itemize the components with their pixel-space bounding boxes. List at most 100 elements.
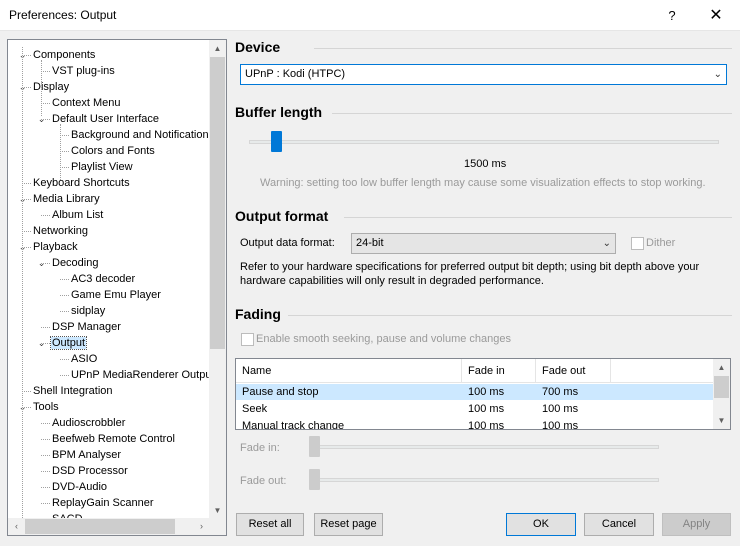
tree-connector bbox=[41, 103, 50, 104]
tree-item[interactable]: Keyboard Shortcuts bbox=[32, 175, 131, 191]
tree-item-label: Default User Interface bbox=[52, 113, 159, 125]
tree-item[interactable]: Tools bbox=[32, 399, 60, 415]
scroll-up-arrow-icon[interactable]: ▲ bbox=[713, 359, 730, 376]
tree-item[interactable]: Context Menu bbox=[51, 95, 121, 111]
ok-button[interactable]: OK bbox=[506, 513, 576, 536]
fade-in-slider-track[interactable] bbox=[313, 445, 659, 449]
tree-connector bbox=[22, 231, 31, 232]
output-format-value: 24-bit bbox=[356, 237, 384, 249]
cancel-button[interactable]: Cancel bbox=[584, 513, 654, 536]
tree-item[interactable]: Audioscrobbler bbox=[51, 415, 126, 431]
fade-out-slider-thumb[interactable] bbox=[309, 469, 320, 490]
tree-item[interactable]: AC3 decoder bbox=[70, 271, 136, 287]
tree-item[interactable]: Output bbox=[49, 335, 88, 351]
buffer-slider-track[interactable] bbox=[249, 140, 719, 144]
tree-item[interactable]: Playback bbox=[32, 239, 79, 255]
fade-out-slider-track[interactable] bbox=[313, 478, 659, 482]
scroll-down-arrow-icon[interactable]: ▼ bbox=[209, 502, 226, 519]
tree-hscroll-thumb[interactable] bbox=[25, 519, 175, 534]
tree-item[interactable]: ASIO bbox=[70, 351, 98, 367]
tree-item[interactable]: Game Emu Player bbox=[70, 287, 162, 303]
expander-chevron-icon[interactable]: ⌄ bbox=[37, 115, 46, 124]
tree-item[interactable]: DSD Processor bbox=[51, 463, 129, 479]
close-button[interactable]: ✕ bbox=[694, 0, 738, 31]
scroll-up-arrow-icon[interactable]: ▲ bbox=[209, 40, 226, 57]
buffer-heading: Buffer length bbox=[235, 104, 323, 120]
tree-item[interactable]: DVD-Audio bbox=[51, 479, 108, 495]
expander-chevron-icon[interactable]: ⌄ bbox=[37, 339, 46, 348]
tree-item[interactable]: Beefweb Remote Control bbox=[51, 431, 176, 447]
table-cell: Seek bbox=[242, 403, 268, 415]
tree-guide bbox=[41, 60, 42, 116]
tree-item[interactable]: UPnP MediaRenderer Output bbox=[70, 367, 210, 383]
tree-connector bbox=[41, 439, 50, 440]
fading-list[interactable]: Name Fade in Fade out Pause and stop 100 … bbox=[235, 358, 731, 430]
tree-item[interactable]: Decoding bbox=[51, 255, 99, 271]
reset-all-button[interactable]: Reset all bbox=[236, 513, 304, 536]
output-data-format-select[interactable]: 24-bit ⌄ bbox=[351, 233, 616, 254]
tree-horizontal-scrollbar[interactable]: ‹ › bbox=[8, 518, 210, 535]
tree-connector bbox=[22, 391, 31, 392]
scroll-down-arrow-icon[interactable]: ▼ bbox=[713, 412, 730, 429]
table-row[interactable]: Manual track change 100 ms 100 ms bbox=[236, 418, 714, 430]
tree-item[interactable]: BPM Analyser bbox=[51, 447, 122, 463]
expander-chevron-icon[interactable]: ⌄ bbox=[37, 259, 46, 268]
tree-connector bbox=[41, 455, 50, 456]
tree-item[interactable]: Display bbox=[32, 79, 70, 95]
fade-in-label: Fade in: bbox=[240, 442, 280, 454]
tree-scroll-thumb[interactable] bbox=[210, 57, 225, 349]
buffer-slider-thumb[interactable] bbox=[271, 131, 282, 152]
table-row[interactable]: Pause and stop 100 ms 700 ms bbox=[236, 384, 714, 400]
tree-item[interactable]: Colors and Fonts bbox=[70, 143, 156, 159]
column-header-fade-in[interactable]: Fade in bbox=[462, 359, 536, 383]
table-cell: 700 ms bbox=[542, 386, 579, 398]
table-row[interactable]: Seek 100 ms 100 ms bbox=[236, 401, 714, 417]
tree-item[interactable]: Default User Interface bbox=[51, 111, 160, 127]
fade-in-slider-thumb[interactable] bbox=[309, 436, 320, 457]
tree-item[interactable]: Shell Integration bbox=[32, 383, 114, 399]
tree-item-label: Display bbox=[33, 81, 70, 93]
tree-item[interactable]: VST plug-ins bbox=[51, 63, 116, 79]
table-cell: 100 ms bbox=[468, 386, 505, 398]
fading-list-scroll-thumb[interactable] bbox=[714, 376, 729, 398]
smooth-seeking-checkbox[interactable] bbox=[241, 333, 254, 346]
preferences-tree[interactable]: Components ⌄ VST plug-ins Display ⌄ Context M… bbox=[7, 39, 227, 536]
tree-item[interactable]: Album List bbox=[51, 207, 104, 223]
scroll-right-arrow-icon[interactable]: › bbox=[193, 518, 210, 535]
help-button[interactable]: ? bbox=[650, 0, 694, 31]
fading-list-header: Name Fade in Fade out bbox=[236, 359, 714, 383]
apply-button[interactable]: Apply bbox=[662, 513, 731, 536]
scroll-left-arrow-icon[interactable]: ‹ bbox=[8, 518, 25, 535]
tree-item-label: ReplayGain Scanner bbox=[52, 497, 154, 509]
buffer-warning: Warning: setting too low buffer length m… bbox=[260, 177, 706, 189]
tree-item[interactable]: Networking bbox=[32, 223, 89, 239]
table-cell: 100 ms bbox=[542, 420, 579, 430]
tree-item-label: ASIO bbox=[71, 353, 98, 365]
tree-connector bbox=[41, 487, 50, 488]
table-cell: 100 ms bbox=[542, 403, 579, 415]
tree-item[interactable]: Media Library bbox=[32, 191, 101, 207]
tree-item[interactable]: Playlist View bbox=[70, 159, 134, 175]
tree-item[interactable]: Background and Notifications bbox=[70, 127, 210, 143]
device-select[interactable]: UPnP : Kodi (HTPC) ⌄ bbox=[240, 64, 727, 85]
tree-connector bbox=[22, 183, 31, 184]
tree-item-label: sidplay bbox=[71, 305, 106, 317]
tree-item[interactable]: DSP Manager bbox=[51, 319, 122, 335]
tree-guide bbox=[60, 124, 61, 180]
tree-item[interactable]: ReplayGain Scanner bbox=[51, 495, 155, 511]
tree-item-label: Decoding bbox=[52, 257, 99, 269]
tree-item-label: Colors and Fonts bbox=[71, 145, 155, 157]
fading-list-scrollbar[interactable]: ▲ ▼ bbox=[713, 359, 730, 429]
column-header-fade-out[interactable]: Fade out bbox=[536, 359, 611, 383]
dither-checkbox[interactable] bbox=[631, 237, 644, 250]
output-format-divider bbox=[344, 217, 732, 218]
chevron-down-icon: ⌄ bbox=[713, 69, 722, 80]
tree-connector bbox=[60, 135, 69, 136]
tree-vertical-scrollbar[interactable]: ▲ ▼ bbox=[209, 40, 226, 519]
column-header-name[interactable]: Name bbox=[236, 359, 462, 383]
dither-label: Dither bbox=[646, 237, 676, 249]
tree-item[interactable]: sidplay bbox=[70, 303, 106, 319]
tree-item-label: Playlist View bbox=[71, 161, 133, 173]
fading-divider bbox=[288, 315, 732, 316]
reset-page-button[interactable]: Reset page bbox=[314, 513, 383, 536]
